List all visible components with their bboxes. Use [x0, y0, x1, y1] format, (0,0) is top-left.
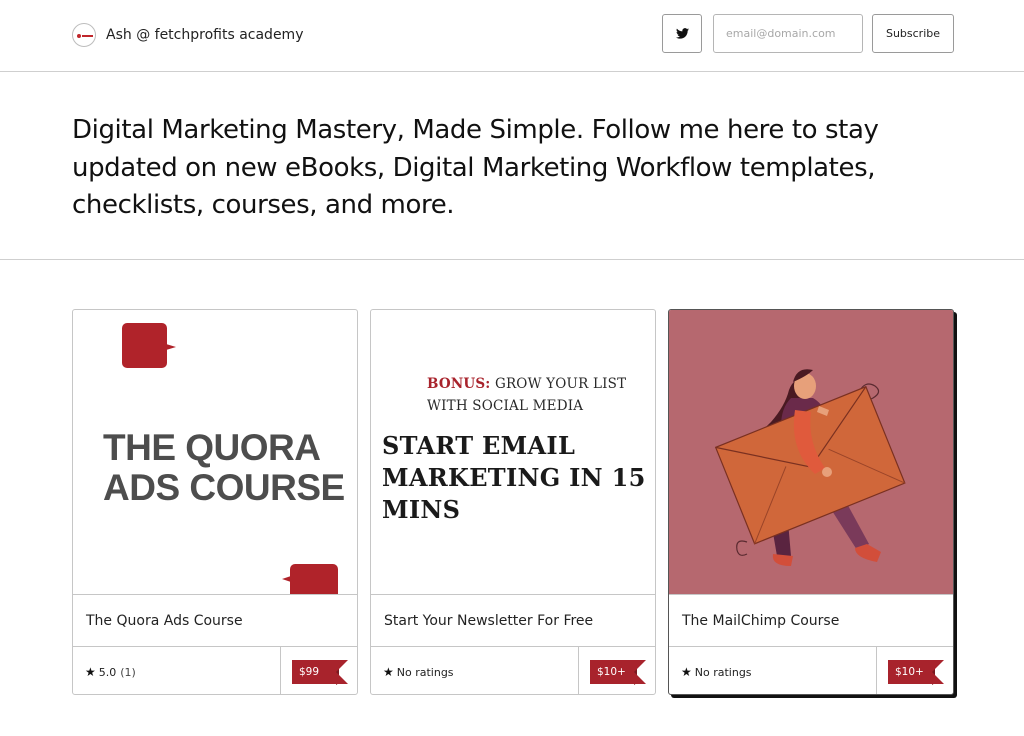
- product-card-newsletter[interactable]: BONUS: GROW YOUR LIST WITH SOCIAL MEDIA …: [370, 309, 656, 695]
- star-icon: ★: [383, 665, 394, 679]
- intro-text: Digital Marketing Mastery, Made Simple. …: [72, 115, 879, 220]
- price-label: $10+: [597, 666, 626, 678]
- brand[interactable]: Ash @ fetchprofits academy: [72, 22, 303, 48]
- woman-carrying-envelope-illustration: [714, 369, 906, 566]
- product-title[interactable]: The MailChimp Course: [682, 613, 839, 629]
- intro-section: Digital Marketing Mastery, Made Simple. …: [0, 72, 1024, 260]
- price-cell: $10+: [578, 647, 655, 694]
- product-rating: ★ No ratings: [383, 665, 454, 679]
- speech-bubble-icon: [282, 564, 338, 594]
- top-header: Ash @ fetchprofits academy Subscribe: [0, 0, 1024, 72]
- avatar: [72, 23, 96, 47]
- price-cell: $99: [280, 647, 357, 694]
- price-label: $99: [299, 666, 320, 678]
- cover-title: START EMAIL MARKETING IN 15 MINS: [382, 431, 646, 524]
- rating-value: No ratings: [396, 665, 454, 679]
- twitter-icon: [675, 28, 689, 39]
- star-icon: ★: [681, 665, 692, 679]
- cover-title: THE QUORA ADS COURSE: [103, 427, 345, 508]
- rating-count: (1): [120, 665, 136, 679]
- rating-value: No ratings: [694, 665, 752, 679]
- rating-value: 5.0: [98, 665, 117, 679]
- product-footer: ★ No ratings $10+: [669, 646, 953, 694]
- cover-bonus: BONUS: GROW YOUR LIST WITH SOCIAL MEDIA: [427, 373, 652, 417]
- product-cover[interactable]: [669, 310, 953, 595]
- product-rating: ★ 5.0 (1): [85, 665, 136, 679]
- speech-bubble-icon: [122, 323, 176, 368]
- twitter-button[interactable]: [662, 14, 702, 53]
- subscribe-button[interactable]: Subscribe: [872, 14, 954, 53]
- email-input[interactable]: [713, 14, 863, 53]
- product-title[interactable]: The Quora Ads Course: [86, 613, 243, 629]
- price-tag[interactable]: $99: [292, 660, 348, 684]
- price-label: $10+: [895, 666, 924, 678]
- product-cover[interactable]: BONUS: GROW YOUR LIST WITH SOCIAL MEDIA …: [371, 310, 655, 595]
- product-rating: ★ No ratings: [681, 665, 752, 679]
- bonus-label: BONUS:: [427, 376, 491, 392]
- product-card-quora-ads[interactable]: THE QUORA ADS COURSE The Quora Ads Cours…: [72, 309, 358, 695]
- product-footer: ★ No ratings $10+: [371, 646, 655, 694]
- brand-name[interactable]: Ash @ fetchprofits academy: [106, 27, 303, 43]
- product-footer: ★ 5.0 (1) $99: [73, 646, 357, 694]
- product-title[interactable]: Start Your Newsletter For Free: [384, 613, 593, 629]
- product-card-mailchimp[interactable]: The MailChimp Course ★ No ratings $10+: [668, 309, 954, 695]
- price-tag[interactable]: $10+: [888, 660, 944, 684]
- price-tag[interactable]: $10+: [590, 660, 646, 684]
- price-cell: $10+: [876, 647, 953, 694]
- product-cover[interactable]: THE QUORA ADS COURSE: [73, 310, 357, 595]
- star-icon: ★: [85, 665, 96, 679]
